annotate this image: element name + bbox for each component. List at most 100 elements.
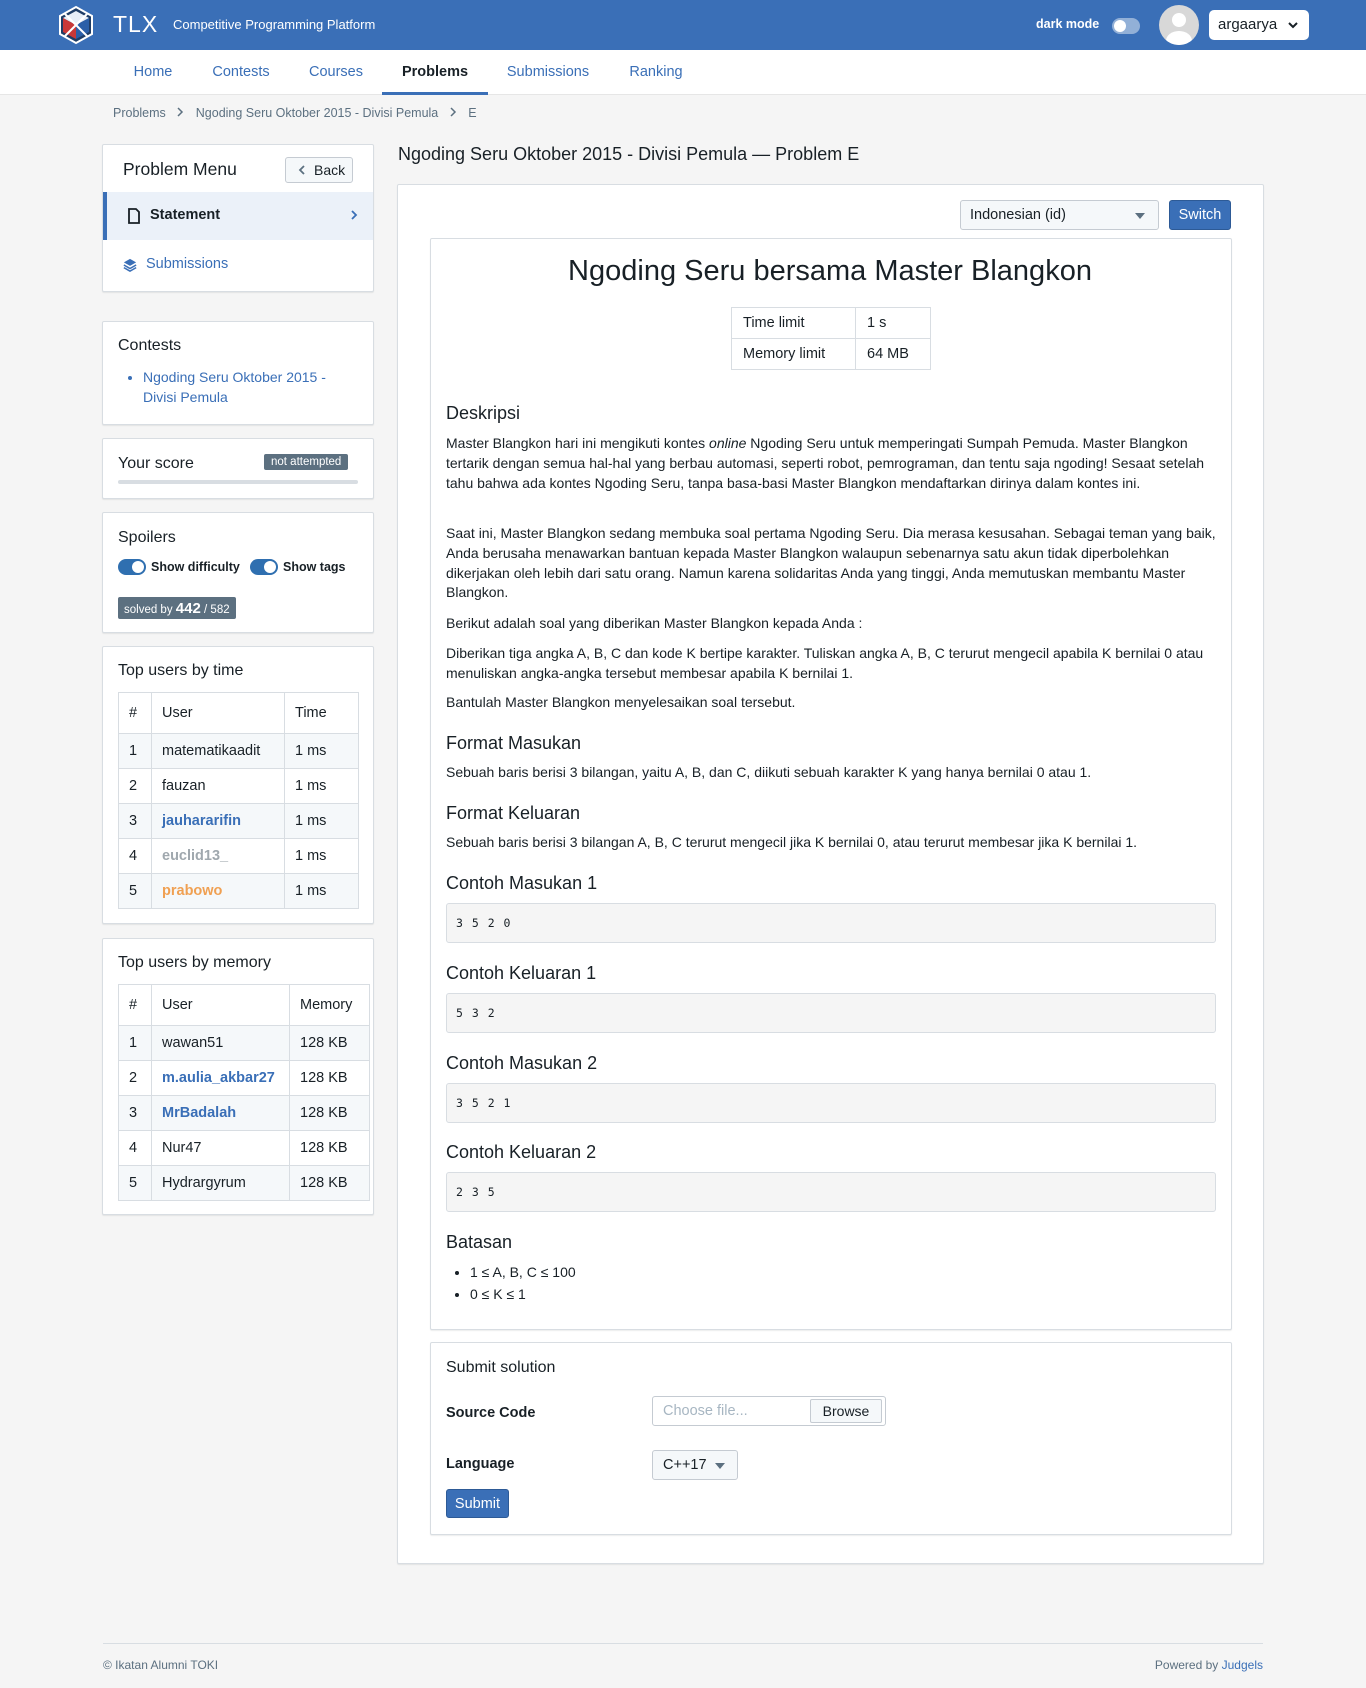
- time-cell: 1 ms: [284, 838, 359, 874]
- rank-cell: 2: [118, 768, 152, 804]
- tlx-logo-icon[interactable]: [56, 5, 96, 45]
- memory-cell: 128 KB: [289, 1060, 370, 1096]
- user-cell[interactable]: jauhararifin: [151, 803, 285, 839]
- browse-button[interactable]: Browse: [810, 1399, 882, 1423]
- menu-item-statement[interactable]: Statement: [103, 192, 373, 240]
- user-cell[interactable]: wawan51: [151, 1025, 290, 1061]
- table-row: Time limit 1 s: [731, 307, 931, 339]
- time-cell: 1 ms: [284, 803, 359, 839]
- caret-down-icon: [715, 1463, 725, 1469]
- chevron-right-icon: [351, 210, 358, 220]
- language-select-value: C++17: [663, 1457, 707, 1473]
- table-row: 5 Hydrargyrum 128 KB: [118, 1165, 370, 1201]
- back-button[interactable]: Back: [285, 157, 353, 183]
- dark-mode-label: dark mode: [1036, 17, 1100, 31]
- breadcrumb-problems[interactable]: Problems: [113, 106, 166, 120]
- breadcrumb-contest[interactable]: Ngoding Seru Oktober 2015 - Divisi Pemul…: [196, 106, 438, 120]
- table-row: 5 prabowo 1 ms: [118, 873, 359, 909]
- brand-name[interactable]: TLX: [113, 11, 158, 38]
- table-row: 2 m.aulia_akbar27 128 KB: [118, 1060, 370, 1096]
- submit-title: Submit solution: [446, 1359, 556, 1376]
- tab-home[interactable]: Home: [113, 50, 193, 95]
- solved-badge: solved by 442 / 582: [118, 597, 236, 619]
- list-item: 1 ≤ A, B, C ≤ 100: [470, 1261, 576, 1283]
- menu-item-label: Submissions: [146, 256, 229, 272]
- solved-count: 442: [175, 600, 201, 617]
- col-rank: #: [118, 692, 152, 734]
- contest-link[interactable]: Ngoding Seru Oktober 2015 - Divisi Pemul…: [143, 367, 353, 407]
- back-label: Back: [314, 162, 346, 178]
- sample-heading: Contoh Masukan 1: [446, 873, 598, 893]
- table-row: 3 jauhararifin 1 ms: [118, 803, 359, 839]
- document-icon: [128, 208, 140, 224]
- switch-button[interactable]: Switch: [1169, 200, 1231, 230]
- spoilers-title: Spoilers: [118, 529, 176, 546]
- spoilers-card: Spoilers Show difficulty Show tags solve…: [102, 512, 374, 633]
- rank-cell: 5: [118, 1165, 152, 1201]
- tab-submissions[interactable]: Submissions: [498, 50, 598, 95]
- user-cell[interactable]: matematikaadit: [151, 733, 285, 769]
- show-difficulty-toggle[interactable]: [118, 559, 146, 575]
- col-user: User: [151, 984, 290, 1026]
- rank-cell: 3: [118, 803, 152, 839]
- table-row: 4 euclid13_ 1 ms: [118, 838, 359, 874]
- user-avatar-icon: [1166, 13, 1192, 45]
- user-cell[interactable]: Hydrargyrum: [151, 1165, 290, 1201]
- memory-cell: 128 KB: [289, 1025, 370, 1061]
- table-header-row: # User Memory: [118, 984, 370, 1026]
- table-header-row: # User Time: [118, 692, 359, 734]
- contests-title: Contests: [118, 337, 182, 354]
- language-select-value: Indonesian (id): [970, 207, 1066, 223]
- user-cell[interactable]: MrBadalah: [151, 1095, 290, 1131]
- show-tags-label: Show tags: [283, 560, 346, 574]
- rank-cell: 3: [118, 1095, 152, 1131]
- chevron-right-icon: [450, 107, 456, 117]
- description-paragraph: Saat ini, Master Blangkon sedang membuka…: [446, 525, 1216, 601]
- source-file-input[interactable]: Choose file... Browse: [652, 1396, 886, 1426]
- table-row: 1 matematikaadit 1 ms: [118, 733, 359, 769]
- col-rank: #: [118, 984, 152, 1026]
- limits-table: Time limit 1 s Memory limit 64 MB: [731, 307, 931, 370]
- user-cell[interactable]: fauzan: [151, 768, 285, 804]
- col-user: User: [151, 692, 285, 734]
- col-time: Time: [284, 692, 359, 734]
- judgels-link[interactable]: Judgels: [1222, 1658, 1263, 1672]
- statement-language-select[interactable]: Indonesian (id): [960, 200, 1159, 230]
- time-cell: 1 ms: [284, 733, 359, 769]
- user-cell[interactable]: euclid13_: [151, 838, 285, 874]
- limit-label: Memory limit: [731, 338, 856, 370]
- file-placeholder: Choose file...: [663, 1403, 748, 1419]
- show-tags-toggle[interactable]: [250, 559, 278, 575]
- sample-block: 5 3 2: [446, 993, 1216, 1033]
- brand-tagline: Competitive Programming Platform: [173, 17, 376, 32]
- user-cell[interactable]: m.aulia_akbar27: [151, 1060, 290, 1096]
- user-menu-button[interactable]: argaarya: [1209, 10, 1309, 40]
- statement-title: Ngoding Seru bersama Master Blangkon: [568, 255, 1092, 287]
- description-paragraph: Master Blangkon hari ini mengikuti konte…: [446, 434, 1216, 493]
- col-memory: Memory: [289, 984, 370, 1026]
- limit-label: Time limit: [731, 307, 856, 339]
- tab-contests[interactable]: Contests: [201, 50, 281, 95]
- user-cell[interactable]: Nur47: [151, 1130, 290, 1166]
- rank-cell: 4: [118, 838, 152, 874]
- username: argaarya: [1218, 16, 1278, 33]
- footer-divider: [103, 1643, 1263, 1644]
- tab-problems[interactable]: Problems: [382, 50, 488, 95]
- avatar[interactable]: [1159, 5, 1199, 45]
- chevron-left-icon: [298, 165, 305, 175]
- submit-button[interactable]: Submit: [446, 1489, 509, 1518]
- menu-item-submissions[interactable]: Submissions: [103, 241, 373, 289]
- top-bar: TLX Competitive Programming Platform dar…: [0, 0, 1366, 50]
- tab-ranking[interactable]: Ranking: [616, 50, 696, 95]
- language-select[interactable]: C++17: [652, 1450, 738, 1480]
- list-item: 0 ≤ K ≤ 1: [470, 1283, 576, 1305]
- top-memory-title: Top users by memory: [118, 954, 271, 971]
- user-cell[interactable]: prabowo: [151, 873, 285, 909]
- limit-value: 64 MB: [855, 338, 931, 370]
- tab-courses[interactable]: Courses: [296, 50, 376, 95]
- footer-powered-by: Powered by Judgels: [1155, 1658, 1263, 1672]
- page-title: Ngoding Seru Oktober 2015 - Divisi Pemul…: [398, 144, 860, 164]
- contests-list: Ngoding Seru Oktober 2015 - Divisi Pemul…: [103, 367, 353, 407]
- dark-mode-toggle[interactable]: [1112, 18, 1140, 34]
- table-row: 1 wawan51 128 KB: [118, 1025, 370, 1061]
